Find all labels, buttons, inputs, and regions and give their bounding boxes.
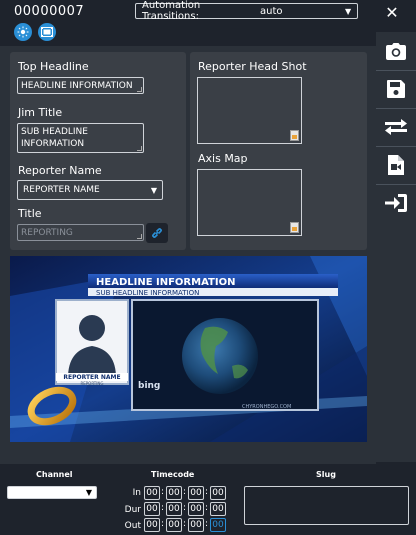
axis-map-label: Axis Map: [198, 152, 248, 165]
reporter-name-label: Reporter Name: [18, 164, 102, 177]
dur-frames[interactable]: 00: [210, 502, 226, 516]
jim-title-field[interactable]: SUB HEADLINE INFORMATION: [17, 123, 144, 153]
timecode-header: Timecode: [151, 470, 195, 479]
in-minutes[interactable]: 00: [166, 486, 182, 500]
in-seconds[interactable]: 00: [188, 486, 204, 500]
in-label: In: [132, 488, 141, 498]
item-id: 00000007: [14, 4, 85, 19]
preview-reporter-name: REPORTER NAME: [63, 374, 120, 381]
automation-transitions-select[interactable]: Automation Transitions: auto ▼: [135, 0, 358, 22]
reporter-name-select[interactable]: REPORTER NAME ▼: [17, 180, 163, 200]
graphic-preview: HEADLINE INFORMATION SUB HEADLINE INFORM…: [10, 256, 367, 442]
out-minutes[interactable]: 00: [166, 518, 182, 532]
image-icon: [290, 130, 299, 141]
out-hours[interactable]: 00: [144, 518, 160, 532]
title-field[interactable]: REPORTING: [17, 224, 144, 241]
top-headline-field[interactable]: HEADLINE INFORMATION: [17, 77, 144, 94]
head-shot-slot[interactable]: [197, 77, 302, 144]
channel-select[interactable]: ▼: [7, 486, 97, 499]
out-seconds[interactable]: 00: [188, 518, 204, 532]
save-icon[interactable]: [379, 71, 413, 107]
camera-icon[interactable]: [379, 33, 413, 69]
top-headline-label: Top Headline: [18, 60, 89, 73]
title-label: Title: [18, 207, 42, 220]
channel-header: Channel: [36, 470, 73, 479]
out-label: Out: [124, 521, 141, 531]
top-bar: 00000007 Automation Transitions: auto ▼: [0, 0, 376, 46]
axis-map-slot[interactable]: [197, 169, 302, 236]
dur-hours[interactable]: 00: [144, 502, 160, 516]
reporter-name-value: REPORTER NAME: [23, 185, 100, 195]
preview-watermark: CHYRONHEGO.COM: [242, 404, 291, 410]
preview-reporter-title: REPORTING: [80, 381, 103, 386]
right-toolbar: [376, 32, 416, 462]
in-frames[interactable]: 00: [210, 486, 226, 500]
preview-bing: bing: [138, 381, 160, 391]
chevron-down-icon: ▼: [150, 186, 157, 195]
slug-field[interactable]: [244, 486, 409, 525]
jim-title-value: SUB HEADLINE INFORMATION: [21, 127, 88, 149]
jim-title-label: Jim Title: [18, 106, 63, 119]
slug-header: Slug: [316, 470, 336, 479]
close-icon[interactable]: ✕: [384, 4, 400, 22]
automation-value: auto: [260, 5, 283, 17]
dur-seconds[interactable]: 00: [188, 502, 204, 516]
sign-in-icon[interactable]: [379, 185, 413, 221]
chevron-down-icon: ▼: [345, 6, 352, 16]
head-shot-label: Reporter Head Shot: [198, 60, 307, 73]
dur-minutes[interactable]: 00: [166, 502, 182, 516]
dur-label: Dur: [124, 505, 141, 515]
preview-subheadline: SUB HEADLINE INFORMATION: [96, 289, 199, 297]
out-frames[interactable]: 00: [210, 518, 226, 532]
automation-label: Automation Transitions:: [142, 0, 201, 22]
in-hours[interactable]: 00: [144, 486, 160, 500]
video-file-icon[interactable]: [379, 147, 413, 183]
preview-headline: HEADLINE INFORMATION: [96, 277, 235, 288]
swap-icon[interactable]: [379, 109, 413, 145]
image-icon: [290, 222, 299, 233]
chevron-down-icon: ▼: [85, 488, 92, 497]
sun-icon[interactable]: [14, 23, 32, 41]
preview-graphic: HEADLINE INFORMATION SUB HEADLINE INFORM…: [10, 256, 367, 442]
top-headline-value: HEADLINE INFORMATION: [21, 81, 133, 91]
link-icon[interactable]: [146, 223, 168, 243]
film-icon[interactable]: [38, 23, 56, 41]
title-value: REPORTING: [21, 228, 73, 238]
